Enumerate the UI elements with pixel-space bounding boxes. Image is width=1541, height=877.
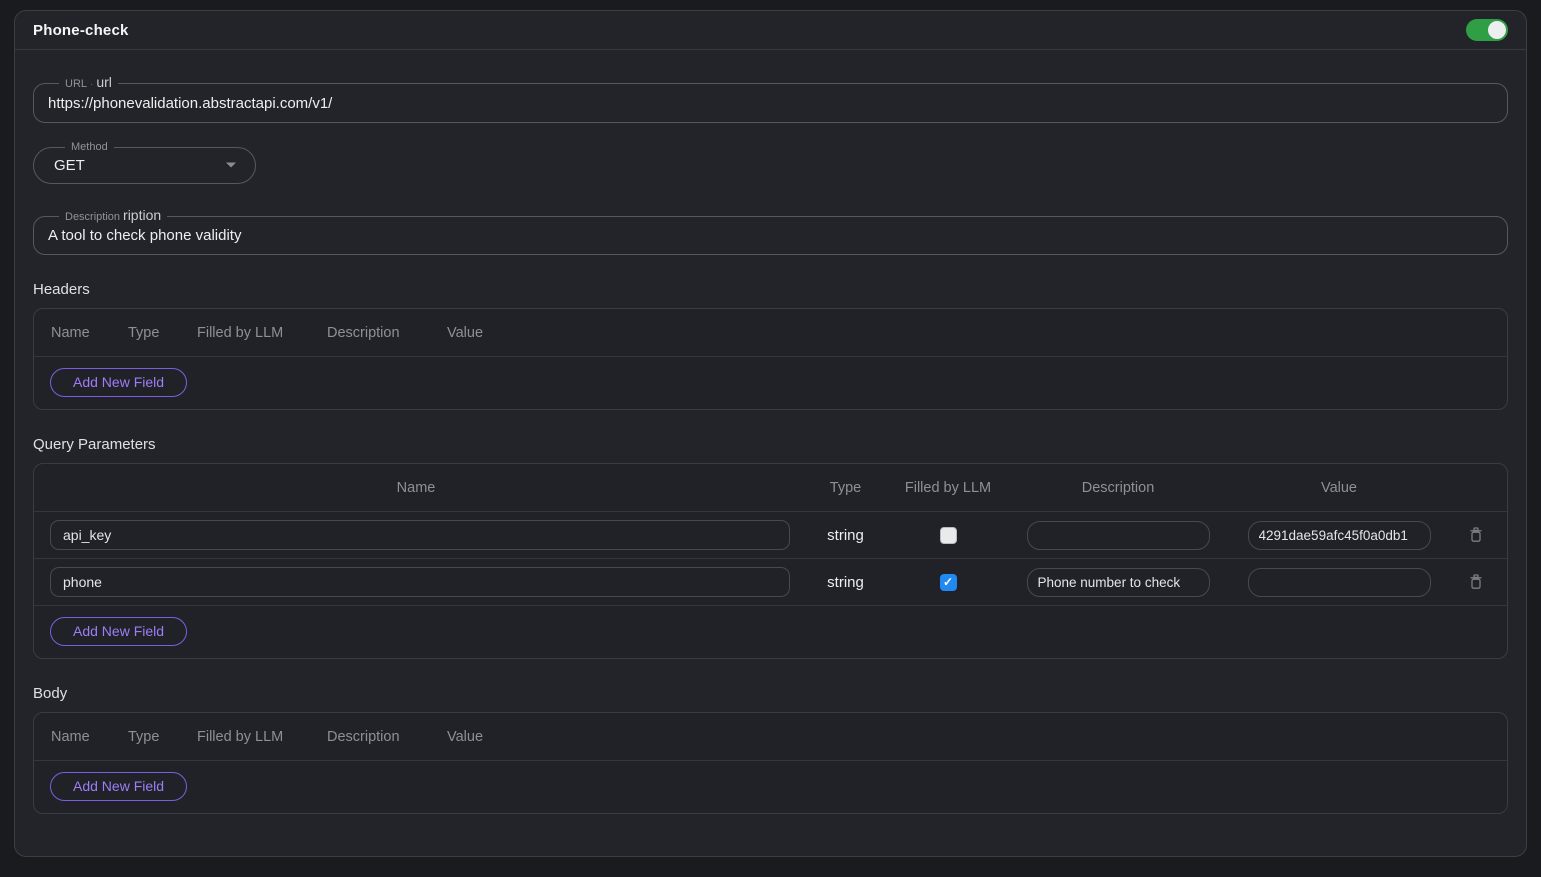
card-body: URL · url Method GET Description ription (15, 50, 1526, 814)
column-header-type: Type (798, 480, 893, 496)
delete-row-button[interactable] (1465, 570, 1487, 594)
param-name-input[interactable] (50, 567, 790, 597)
column-header-value: Value (447, 729, 483, 745)
headers-add-new-field-button[interactable]: Add New Field (50, 368, 187, 397)
column-header-type: Type (128, 325, 197, 341)
column-header-description: Description (1003, 480, 1233, 496)
column-header-filled-by-llm: Filled by LLM (197, 729, 327, 745)
description-legend-label: Description (65, 210, 120, 224)
trash-icon (1469, 527, 1483, 543)
description-legend: Description ription (59, 208, 167, 224)
toggle-knob (1488, 21, 1506, 39)
body-add-new-field-button[interactable]: Add New Field (50, 772, 187, 801)
query-parameters-table-header: Name Type Filled by LLM Description Valu… (34, 464, 1507, 512)
method-selected-value: GET (54, 157, 85, 174)
body-add-row: Add New Field (34, 761, 1507, 813)
method-fieldset: Method GET (33, 140, 256, 184)
query-parameters-section-title: Query Parameters (33, 436, 1508, 453)
tool-title: Phone-check (33, 22, 129, 39)
param-description-input[interactable] (1027, 568, 1210, 597)
body-table-header: Name Type Filled by LLM Description Valu… (34, 713, 1507, 761)
check-icon: ✓ (943, 576, 953, 588)
trash-icon (1469, 574, 1483, 590)
column-header-filled-by-llm: Filled by LLM (197, 325, 327, 341)
column-header-value: Value (1233, 480, 1445, 496)
body-section-title: Body (33, 685, 1508, 702)
headers-table-header: Name Type Filled by LLM Description Valu… (34, 309, 1507, 357)
delete-row-button[interactable] (1465, 523, 1487, 547)
url-legend-label: URL (65, 77, 87, 91)
filled-by-llm-checkbox[interactable]: ✓ (940, 527, 957, 544)
table-row: string ✓ (34, 512, 1507, 559)
param-type-label: string (827, 574, 864, 591)
url-legend: URL · url (59, 75, 118, 92)
description-legend-sublabel: ription (123, 208, 161, 222)
body-table: Name Type Filled by LLM Description Valu… (33, 712, 1508, 814)
description-input[interactable] (48, 226, 1493, 244)
column-header-type: Type (128, 729, 197, 745)
param-type-label: string (827, 527, 864, 544)
column-header-name: Name (34, 480, 798, 496)
url-legend-separator: · (90, 78, 93, 92)
column-header-value: Value (447, 325, 483, 341)
headers-add-row: Add New Field (34, 357, 1507, 409)
headers-section-title: Headers (33, 281, 1508, 298)
url-legend-sublabel: url (96, 75, 112, 89)
param-description-input[interactable] (1027, 521, 1210, 550)
column-header-filled-by-llm: Filled by LLM (893, 480, 1003, 496)
column-header-description: Description (327, 325, 447, 341)
column-header-name: Name (51, 729, 128, 745)
url-fieldset: URL · url (33, 75, 1508, 123)
card-header: Phone-check (15, 11, 1526, 50)
method-legend-label: Method (71, 140, 108, 154)
column-header-description: Description (327, 729, 447, 745)
url-input[interactable] (48, 94, 1493, 112)
filled-by-llm-checkbox[interactable]: ✓ (940, 574, 957, 591)
enabled-toggle[interactable] (1466, 19, 1508, 41)
method-legend: Method (65, 140, 114, 154)
table-row: string ✓ (34, 559, 1507, 606)
query-parameters-add-new-field-button[interactable]: Add New Field (50, 617, 187, 646)
query-parameters-table: Name Type Filled by LLM Description Valu… (33, 463, 1508, 659)
headers-table: Name Type Filled by LLM Description Valu… (33, 308, 1508, 410)
method-select[interactable]: GET (54, 156, 239, 174)
param-value-input[interactable] (1248, 521, 1431, 550)
query-parameters-add-row: Add New Field (34, 606, 1507, 658)
description-fieldset: Description ription (33, 208, 1508, 255)
param-value-input[interactable] (1248, 568, 1431, 597)
tool-config-card: Phone-check URL · url Method GET (14, 10, 1527, 857)
column-header-name: Name (51, 325, 128, 341)
param-name-input[interactable] (50, 520, 790, 550)
chevron-down-icon (225, 156, 237, 174)
